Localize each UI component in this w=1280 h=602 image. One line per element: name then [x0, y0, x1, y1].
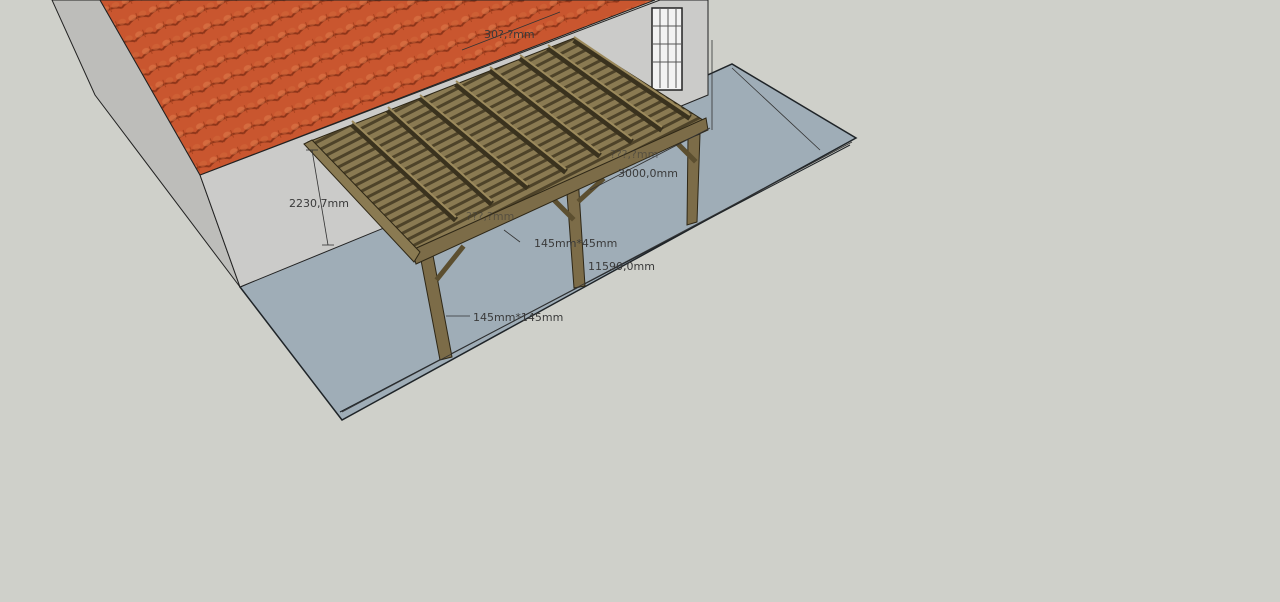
top-spacing-label: 30?,?mm: [484, 28, 535, 41]
length-dimension-label: 11590,0mm: [588, 260, 655, 273]
post-section-label: 145mm*145mm: [473, 311, 563, 324]
hidden-dimension-label: ???,?mm: [466, 210, 514, 223]
house-door: [651, 7, 683, 91]
height-dimension-label: 2230,7mm: [289, 197, 349, 210]
beam-section-label: 145mm*45mm: [534, 237, 617, 250]
hidden-dimension-label: ???,?mm: [610, 148, 658, 161]
model-viewport[interactable]: 2230,7mm 3000,0mm 11590,0mm 145mm*145mm …: [0, 0, 1280, 602]
depth-dimension-label: 3000,0mm: [618, 167, 678, 180]
